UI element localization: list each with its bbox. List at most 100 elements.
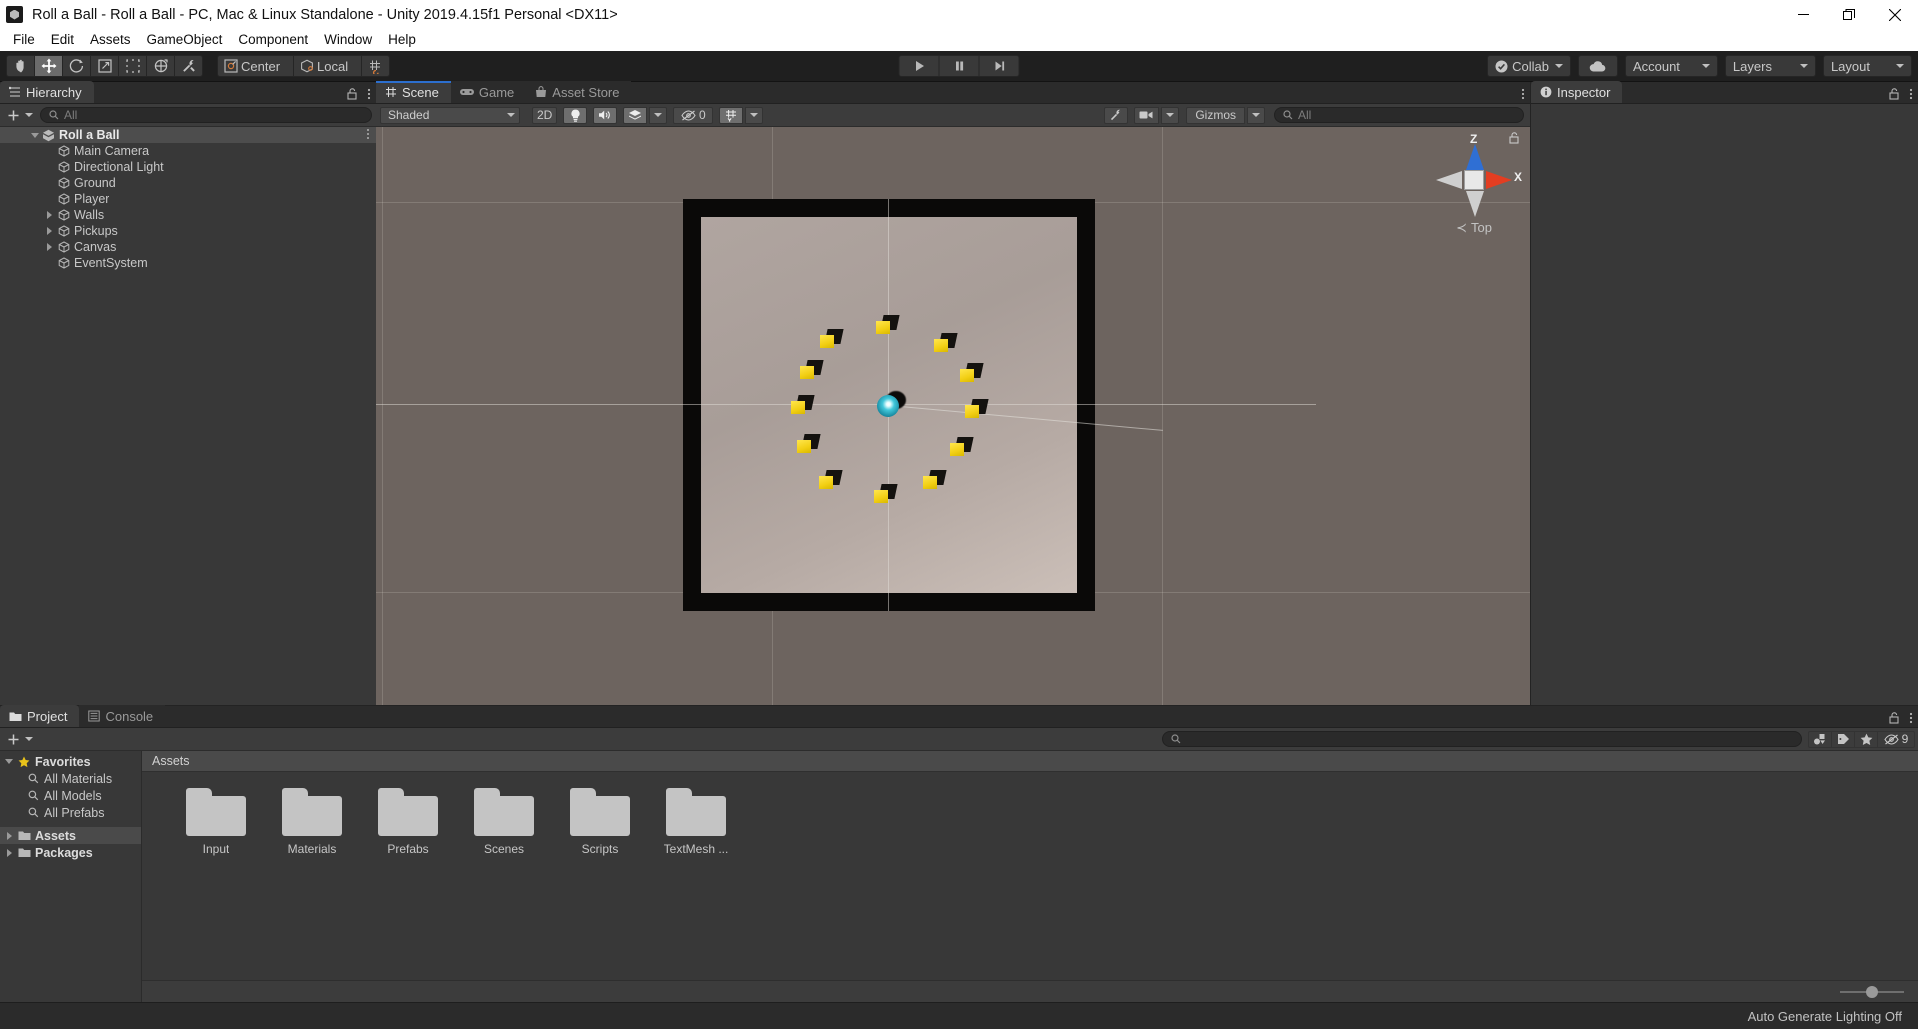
tab-console[interactable]: Console xyxy=(79,705,166,727)
asset-item-input[interactable]: Input xyxy=(168,788,264,856)
rect-tool[interactable] xyxy=(118,55,147,77)
hierarchy-item-pickups[interactable]: Pickups xyxy=(0,223,376,239)
hierarchy-create-button[interactable] xyxy=(4,109,36,122)
slider-handle[interactable] xyxy=(1866,985,1878,998)
lightbulb-icon[interactable] xyxy=(563,106,588,124)
scene-camera-dropdown[interactable] xyxy=(1161,106,1180,124)
menu-component[interactable]: Component xyxy=(230,29,316,51)
kebab-menu-icon[interactable] xyxy=(366,128,370,140)
asset-item-textmesh[interactable]: TextMesh ... xyxy=(648,788,744,856)
hidden-objects-button[interactable]: 0 xyxy=(673,106,714,124)
menu-edit[interactable]: Edit xyxy=(43,29,82,51)
asset-item-materials[interactable]: Materials xyxy=(264,788,360,856)
menu-gameobject[interactable]: GameObject xyxy=(139,29,231,51)
kebab-menu-icon[interactable] xyxy=(1909,712,1913,724)
transform-tool[interactable] xyxy=(146,55,175,77)
project-tree-favorites[interactable]: Favorites xyxy=(0,753,141,770)
menu-window[interactable]: Window xyxy=(316,29,380,51)
kebab-menu-icon[interactable] xyxy=(367,88,371,100)
scale-tool[interactable] xyxy=(90,55,119,77)
pickup-cube[interactable] xyxy=(876,315,900,337)
minimize-button[interactable] xyxy=(1780,0,1826,29)
fx-icon[interactable] xyxy=(623,106,648,124)
scene-viewport[interactable]: Z X ≺ Top xyxy=(376,127,1530,705)
expander-right-icon[interactable] xyxy=(43,211,56,219)
asset-item-scenes[interactable]: Scenes xyxy=(456,788,552,856)
project-tree-all-models[interactable]: All Models xyxy=(0,787,141,804)
rotate-tool[interactable] xyxy=(62,55,91,77)
pickup-cube[interactable] xyxy=(965,399,989,421)
project-tree-assets[interactable]: Assets xyxy=(0,827,141,844)
lock-open-icon[interactable] xyxy=(1889,88,1900,100)
pickup-cube[interactable] xyxy=(791,395,815,417)
hand-tool[interactable] xyxy=(6,55,35,77)
gizmo-axis-x-negative[interactable] xyxy=(1436,171,1462,189)
play-button[interactable] xyxy=(898,55,940,77)
label-tag-icon[interactable] xyxy=(1831,730,1855,748)
pickup-cube[interactable] xyxy=(800,360,824,382)
layout-button[interactable]: Layout xyxy=(1822,55,1912,77)
step-button[interactable] xyxy=(978,55,1020,77)
scene-tools-icon[interactable] xyxy=(1104,106,1129,124)
project-tree[interactable]: Favorites All Materials All Models All P… xyxy=(0,751,142,1002)
hierarchy-search-input[interactable]: All xyxy=(40,107,372,123)
pivot-rotation-button[interactable]: Local xyxy=(293,55,363,77)
expander-down-icon[interactable] xyxy=(28,132,41,138)
hierarchy-tree[interactable]: Roll a Ball Main Camera Directional Ligh… xyxy=(0,127,376,705)
gizmo-axis-z-negative[interactable] xyxy=(1466,191,1484,217)
scene-view-gizmo[interactable]: Z X ≺ Top xyxy=(1426,132,1522,242)
gizmos-button[interactable]: Gizmos xyxy=(1186,106,1245,124)
menu-file[interactable]: File xyxy=(5,29,43,51)
layers-button[interactable]: Layers xyxy=(1724,55,1816,77)
lock-open-icon[interactable] xyxy=(347,88,358,100)
project-search-input[interactable] xyxy=(1162,731,1802,747)
asset-item-prefabs[interactable]: Prefabs xyxy=(360,788,456,856)
cloud-icon[interactable] xyxy=(1577,55,1618,77)
gizmos-dropdown[interactable] xyxy=(1247,106,1265,124)
custom-tool[interactable] xyxy=(174,55,203,77)
pickup-cube[interactable] xyxy=(797,434,821,456)
expander-right-icon[interactable] xyxy=(2,848,16,857)
pickup-cube[interactable] xyxy=(923,470,947,492)
pickup-cube[interactable] xyxy=(934,333,958,355)
hierarchy-item-directional-light[interactable]: Directional Light xyxy=(0,159,376,175)
pivot-mode-button[interactable]: Center xyxy=(217,55,295,77)
expander-right-icon[interactable] xyxy=(43,227,56,235)
pickup-cube[interactable] xyxy=(819,470,843,492)
collab-button[interactable]: Collab xyxy=(1487,55,1571,77)
move-tool[interactable] xyxy=(34,55,63,77)
hierarchy-item-eventsystem[interactable]: EventSystem xyxy=(0,255,376,271)
grid-snap-icon[interactable] xyxy=(361,55,391,77)
tab-project[interactable]: Project xyxy=(0,705,80,727)
speaker-icon[interactable] xyxy=(593,106,618,124)
expander-right-icon[interactable] xyxy=(2,831,16,840)
asset-item-scripts[interactable]: Scripts xyxy=(552,788,648,856)
project-tree-all-materials[interactable]: All Materials xyxy=(0,770,141,787)
grid-axis-icon[interactable] xyxy=(719,106,744,124)
restore-button[interactable] xyxy=(1826,0,1872,29)
account-button[interactable]: Account xyxy=(1624,55,1718,77)
menu-help[interactable]: Help xyxy=(380,29,424,51)
lock-open-icon[interactable] xyxy=(1509,132,1520,144)
close-button[interactable] xyxy=(1872,0,1918,29)
thumbnail-zoom-slider[interactable] xyxy=(1840,985,1904,998)
tab-inspector[interactable]: Inspector xyxy=(1531,81,1623,103)
project-tree-packages[interactable]: Packages xyxy=(0,844,141,861)
pickup-cube[interactable] xyxy=(950,437,974,459)
hierarchy-item-main-camera[interactable]: Main Camera xyxy=(0,143,376,159)
gizmo-center-cube[interactable] xyxy=(1464,170,1484,190)
tab-game[interactable]: Game xyxy=(450,81,527,103)
expander-right-icon[interactable] xyxy=(43,243,56,251)
pause-button[interactable] xyxy=(938,55,980,77)
pickup-cube[interactable] xyxy=(960,363,984,385)
player-sphere[interactable] xyxy=(877,391,906,419)
grid-dropdown[interactable] xyxy=(745,106,764,124)
scene-camera-icon[interactable] xyxy=(1134,106,1160,124)
tab-asset-store[interactable]: Asset Store xyxy=(526,81,632,103)
pickup-cube[interactable] xyxy=(874,484,898,506)
toggle-2d-button[interactable]: 2D xyxy=(532,106,558,124)
project-tree-all-prefabs[interactable]: All Prefabs xyxy=(0,804,141,821)
draw-mode-dropdown[interactable]: Shaded xyxy=(380,106,520,124)
fx-dropdown[interactable] xyxy=(649,106,668,124)
hierarchy-item-walls[interactable]: Walls xyxy=(0,207,376,223)
